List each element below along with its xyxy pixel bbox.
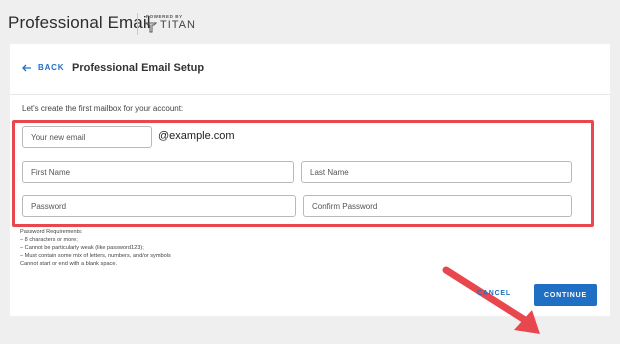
password-requirements: Password Requirements: – 8 characters or… [20,228,171,268]
page-title: Professional Email Setup [72,62,205,74]
requirement-line: Cannot start or end with a blank space. [20,261,118,267]
arrow-left-icon [22,64,31,71]
titan-logo-icon [145,22,157,33]
annotation-highlight-box [12,120,594,227]
requirement-line: Password Requirements: [20,229,83,235]
cancel-button[interactable]: CANCEL [477,290,511,297]
requirement-line: – 8 characters or more; [20,237,78,243]
back-label: BACK [38,63,65,72]
requirement-line: – Must contain some mix of letters, numb… [20,253,171,259]
divider [10,94,610,95]
back-link[interactable]: BACK [22,63,64,72]
setup-card: BACK Professional Email Setup Let's crea… [10,44,610,334]
requirement-line: – Cannot be particularly weak (like pass… [20,245,144,251]
continue-button[interactable]: CONTINUE [534,284,597,306]
top-bar: Professional Email POWERED BY TITAN [0,0,620,44]
titan-brand-text: TITAN [160,19,196,31]
intro-text: Let's create the first mailbox for your … [22,104,184,113]
brand-divider [137,13,138,35]
app-title: Professional Email [8,13,151,32]
